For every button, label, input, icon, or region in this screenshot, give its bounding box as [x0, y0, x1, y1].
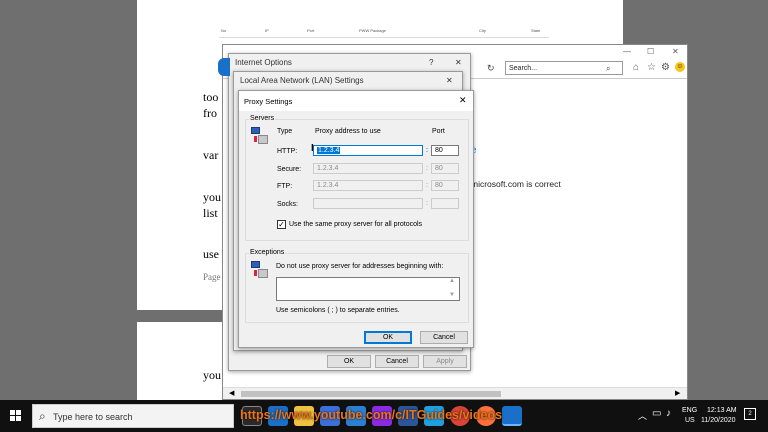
scroll-right-arrow-icon[interactable]: ▶	[675, 389, 680, 397]
doc-line-5: list	[203, 206, 218, 220]
network-icon[interactable]: ▭	[652, 408, 661, 419]
maximize-button[interactable]: ☐	[647, 47, 654, 56]
socks-label: Socks:	[277, 201, 299, 208]
proxy-ok-button[interactable]: OK	[364, 331, 412, 344]
taskbar-search-placeholder: Type here to search	[53, 412, 133, 422]
http-address-value: 1.2.3.4	[317, 147, 341, 154]
doc-col-ip: IP	[265, 28, 269, 33]
notification-count: 2	[748, 411, 752, 417]
textarea-scroll-down-icon[interactable]: ▼	[449, 292, 455, 298]
col-port-header: Port	[432, 128, 445, 135]
windows-start-icon[interactable]	[10, 410, 22, 422]
lang-top[interactable]: ENG	[682, 407, 697, 414]
http-label: HTTP:	[277, 148, 298, 155]
mouse-cursor-icon: I	[311, 143, 314, 154]
taskbar-search-box[interactable]: ⌕ Type here to search	[32, 404, 234, 428]
lan-settings-titlebar: Local Area Network (LAN) Settings ✕	[234, 72, 462, 90]
lan-settings-title: Local Area Network (LAN) Settings	[240, 76, 364, 85]
scroll-thumb[interactable]	[241, 391, 501, 397]
internet-options-title: Internet Options	[235, 58, 292, 67]
proxy-cancel-button[interactable]: Cancel	[420, 331, 468, 344]
doc-col-city: City	[479, 28, 486, 33]
search-box[interactable]: Search... ⌕	[505, 61, 623, 75]
help-button[interactable]: ?	[429, 58, 433, 67]
socks-port-input[interactable]	[431, 198, 459, 209]
ftp-colon: :	[426, 182, 428, 189]
proxy-settings-close-button[interactable]: ✕	[459, 95, 467, 106]
doc-col-port: Port	[307, 28, 315, 33]
taskbar-search-icon: ⌕	[39, 409, 46, 423]
col-type-header: Type	[277, 128, 293, 135]
doc-col-no: No	[221, 28, 227, 33]
http-address-input[interactable]: 1.2.3.4	[313, 145, 423, 156]
explorer-active-icon[interactable]	[502, 406, 522, 426]
textarea-scroll-up-icon[interactable]: ▲	[449, 278, 455, 284]
http-colon: :	[426, 147, 428, 154]
col-address-header: Proxy address to use	[315, 128, 381, 135]
internet-options-cancel-button[interactable]: Cancel	[375, 355, 419, 368]
proxy-settings-title: Proxy Settings	[244, 97, 293, 106]
doc-col-package: PWW Package	[359, 28, 386, 33]
minimize-button[interactable]: —	[623, 47, 631, 56]
doc-line-6: use	[203, 247, 219, 261]
doc-line-3: var	[203, 148, 219, 162]
taskbar: ⌕ Type here to search https://www.youtub…	[0, 400, 768, 432]
smiley-icon[interactable]: ☺	[675, 62, 685, 72]
same-proxy-label[interactable]: Use the same proxy server for all protoc…	[289, 221, 422, 228]
ftp-port-input[interactable]: 80	[431, 180, 459, 191]
http-port-input[interactable]: 80	[431, 145, 459, 156]
url-overlay-text: https://www.youtube.com/c/ITGuides/video…	[240, 408, 503, 422]
volume-icon[interactable]: ♪	[666, 408, 671, 419]
exceptions-label: Exceptions	[249, 249, 286, 256]
show-hidden-icons-icon[interactable]: ︿	[638, 409, 647, 422]
internet-options-close-button[interactable]: ✕	[455, 58, 462, 67]
socks-colon: :	[426, 200, 428, 207]
search-text: Search...	[509, 65, 538, 72]
search-icon[interactable]: ⌕	[606, 64, 610, 74]
page-text-fragment: microsoft.com is correct	[471, 179, 561, 189]
doc-table-header: No IP Port PWW Package City State	[219, 24, 549, 38]
ftp-address-input[interactable]: 1.2.3.4	[313, 180, 423, 191]
lang-bottom[interactable]: US	[685, 417, 695, 424]
socks-address-input[interactable]	[313, 198, 423, 209]
doc-line-4: you	[203, 190, 221, 204]
exceptions-textarea[interactable]: ▲ ▼	[276, 277, 460, 301]
doc-col-state: State	[531, 28, 541, 33]
horizontal-scrollbar[interactable]: ◀ ▶	[223, 387, 687, 399]
doc-line-7: Page	[203, 272, 221, 282]
secure-colon: :	[426, 165, 428, 172]
secure-label: Secure:	[277, 166, 302, 173]
clock-time[interactable]: 12:13 AM	[707, 407, 737, 414]
doc-line-1: too	[203, 90, 219, 104]
ftp-label: FTP:	[277, 183, 293, 190]
refresh-icon[interactable]: ↻	[487, 63, 495, 74]
ie-logo-icon	[218, 58, 230, 76]
doc-line-8: you	[203, 368, 221, 382]
internet-options-titlebar: Internet Options ? ✕	[229, 54, 470, 72]
close-button[interactable]: ✕	[672, 47, 679, 56]
home-icon[interactable]: ⌂	[633, 62, 639, 73]
star-icon[interactable]: ☆	[647, 62, 656, 73]
semicolon-hint: Use semicolons ( ; ) to separate entries…	[276, 307, 400, 314]
internet-options-apply-button[interactable]: Apply	[423, 355, 467, 368]
secure-port-input[interactable]: 80	[431, 163, 459, 174]
doc-line-2: fro	[203, 106, 217, 120]
same-proxy-checkbox[interactable]: ✓	[277, 220, 286, 229]
proxy-settings-dialog: Proxy Settings ✕ Servers Type Proxy addr…	[238, 90, 474, 348]
lan-settings-close-button[interactable]: ✕	[446, 76, 453, 85]
secure-address-input[interactable]: 1.2.3.4	[313, 163, 423, 174]
clock-date[interactable]: 11/20/2020	[701, 417, 736, 424]
notification-center-icon[interactable]: 2	[744, 408, 756, 420]
scroll-left-arrow-icon[interactable]: ◀	[229, 389, 234, 397]
proxy-settings-titlebar: Proxy Settings ✕	[239, 91, 473, 111]
internet-options-ok-button[interactable]: OK	[327, 355, 371, 368]
servers-label: Servers	[249, 115, 276, 122]
network-computer-icon	[251, 127, 269, 145]
gear-icon[interactable]: ⚙	[661, 62, 670, 73]
exceptions-computer-icon	[251, 261, 269, 279]
exceptions-description: Do not use proxy server for addresses be…	[276, 263, 444, 270]
